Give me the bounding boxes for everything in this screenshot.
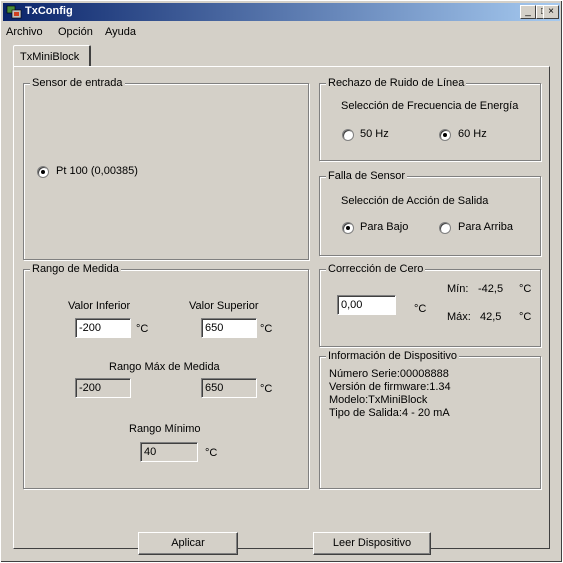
device-firmware: Versión de firmware:1.34 (329, 381, 451, 393)
radio-50hz[interactable] (342, 129, 354, 141)
fault-group-title: Falla de Sensor (326, 170, 408, 182)
app-window: TxConfig _ □ × Archivo Opción Ayuda TxMi… (0, 0, 563, 563)
max-range-label: Rango Máx de Medida (109, 361, 220, 373)
min-range-unit: °C (205, 447, 218, 459)
fault-group: Falla de Sensor Selección de Acción de S… (319, 170, 541, 256)
sensor-group-title: Sensor de entrada (30, 77, 125, 89)
read-device-button[interactable]: Leer Dispositivo (313, 532, 431, 555)
device-output-type: Tipo de Salida:4 - 20 mA (329, 407, 450, 419)
title-bar[interactable]: TxConfig _ □ (3, 3, 560, 21)
min-range-label: Rango Mínimo (129, 423, 201, 435)
lower-unit: °C (136, 323, 149, 335)
min-range-field: 40 (140, 442, 198, 462)
zero-correction-input[interactable]: 0,00 (337, 295, 396, 315)
zero-unit: °C (414, 303, 427, 315)
radio-pt100[interactable] (37, 166, 49, 178)
noise-group-title: Rechazo de Ruido de Línea (326, 77, 467, 89)
zero-group-title: Corrección de Cero (326, 263, 426, 275)
device-group: Información de Dispositivo Número Serie:… (319, 350, 541, 489)
radio-para-arriba[interactable] (439, 222, 451, 234)
noise-subtitle: Selección de Frecuencia de Energía (341, 100, 519, 112)
apply-button[interactable]: Aplicar (138, 532, 238, 555)
menu-ayuda[interactable]: Ayuda (105, 26, 136, 38)
minimize-button[interactable]: _ (520, 5, 536, 19)
sensor-group: Sensor de entrada Pt 100 (0,00385) (23, 77, 309, 260)
app-icon (6, 5, 22, 19)
zero-group: Corrección de Cero 0,00 °C Mín: -42,5 °C… (319, 263, 541, 347)
radio-60hz-label[interactable]: 60 Hz (458, 128, 487, 140)
device-group-title: Información de Dispositivo (326, 350, 460, 362)
range-group-title: Rango de Medida (30, 263, 121, 275)
max-range-upper-field: 650 (201, 378, 257, 398)
radio-para-arriba-label[interactable]: Para Arriba (458, 221, 513, 233)
upper-value-label: Valor Superior (189, 300, 259, 312)
zero-max-unit: °C (519, 311, 532, 323)
max-range-lower-field: -200 (75, 378, 131, 398)
fault-subtitle: Selección de Acción de Salida (341, 195, 489, 207)
device-model: Modelo:TxMiniBlock (329, 394, 428, 406)
tab-txminiblock[interactable]: TxMiniBlock (13, 45, 91, 67)
menu-opcion[interactable]: Opción (58, 26, 93, 38)
close-button[interactable]: × (543, 5, 559, 19)
minimize-icon: _ (525, 6, 531, 17)
range-group: Rango de Medida Valor Inferior Valor Sup… (23, 263, 309, 489)
zero-max-value: 42,5 (480, 311, 502, 323)
lower-value-label: Valor Inferior (68, 300, 131, 312)
menu-archivo[interactable]: Archivo (6, 26, 43, 38)
zero-min-label: Mín: (447, 283, 469, 295)
noise-group: Rechazo de Ruido de Línea Selección de F… (319, 77, 541, 161)
radio-50hz-label[interactable]: 50 Hz (360, 128, 389, 140)
zero-min-unit: °C (519, 283, 532, 295)
radio-pt100-label[interactable]: Pt 100 (0,00385) (56, 165, 138, 177)
radio-para-bajo[interactable] (342, 222, 354, 234)
close-icon: × (548, 6, 554, 17)
radio-60hz[interactable] (439, 129, 451, 141)
max-range-unit: °C (260, 383, 273, 395)
upper-unit: °C (260, 323, 273, 335)
zero-min-value: -42,5 (478, 283, 504, 295)
upper-value-input[interactable]: 650 (201, 318, 257, 338)
window-title: TxConfig (25, 5, 73, 17)
device-serial: Número Serie:00008888 (329, 368, 449, 380)
zero-max-label: Máx: (447, 311, 471, 323)
lower-value-input[interactable]: -200 (75, 318, 131, 338)
radio-para-bajo-label[interactable]: Para Bajo (360, 221, 408, 233)
tab-label: TxMiniBlock (20, 51, 80, 63)
